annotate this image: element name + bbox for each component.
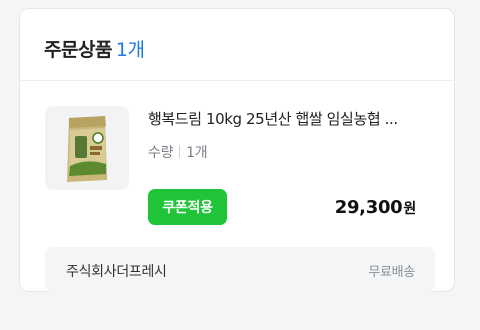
order-items-card: 주문상품 1개 행복드림 10kg 25년산 햅쌀 임실농협 ... 수량 1개 쿠…	[19, 8, 455, 292]
product-name[interactable]: 행복드림 10kg 25년산 햅쌀 임실농협 ...	[148, 108, 448, 129]
quantity-separator	[179, 145, 181, 158]
apply-coupon-button[interactable]: 쿠폰적용	[148, 189, 227, 225]
divider	[20, 80, 454, 81]
quantity-value: 1개	[186, 145, 208, 161]
shipping-info: 무료배송	[368, 265, 415, 280]
section-title: 주문상품	[44, 39, 112, 61]
price-unit: 원	[403, 201, 416, 217]
price-value: 29,300	[334, 197, 403, 218]
product-thumbnail[interactable]	[45, 106, 129, 190]
item-price: 29,300원	[334, 197, 417, 218]
section-header: 주문상품 1개	[44, 35, 145, 62]
item-count: 1개	[115, 39, 145, 61]
seller-info: 주식회사더프레시 무료배송	[45, 247, 435, 292]
quantity-label: 수량	[148, 145, 174, 161]
seller-name: 주식회사더프레시	[66, 264, 167, 280]
quantity: 수량 1개	[148, 142, 208, 162]
rice-bag-icon	[67, 116, 107, 182]
